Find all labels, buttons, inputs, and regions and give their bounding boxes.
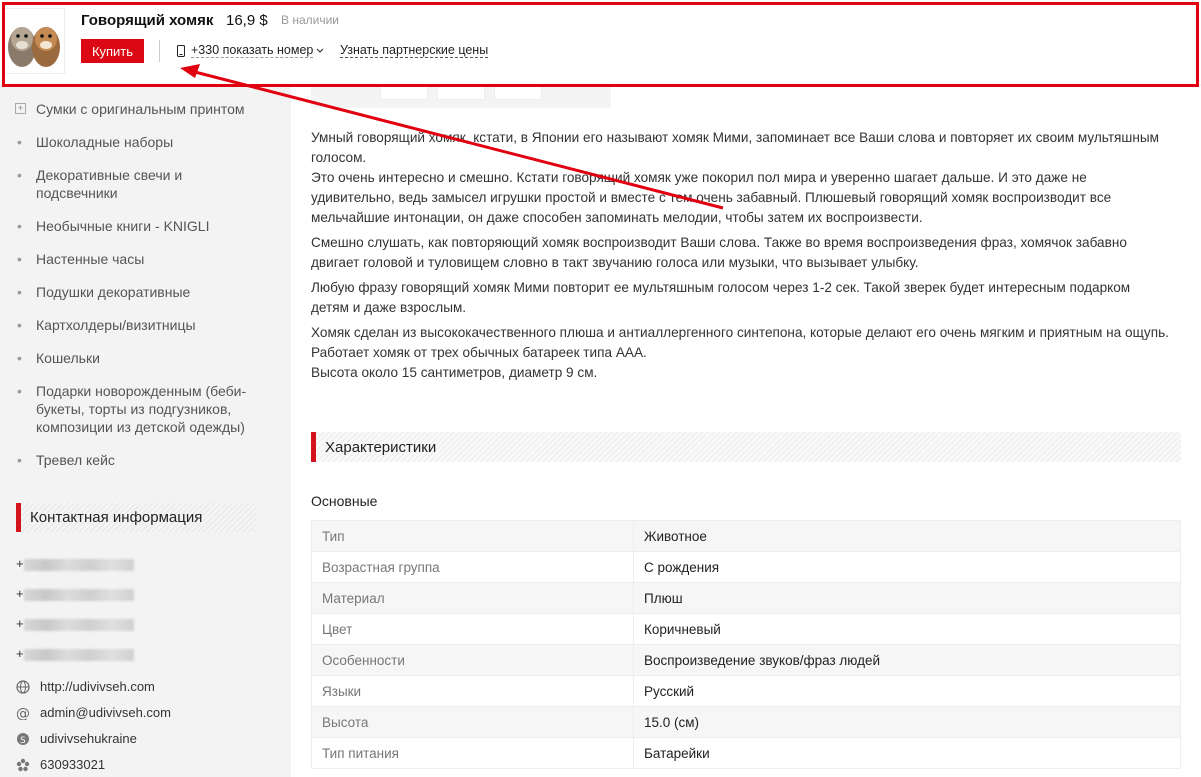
annotation-arrow xyxy=(180,64,724,210)
